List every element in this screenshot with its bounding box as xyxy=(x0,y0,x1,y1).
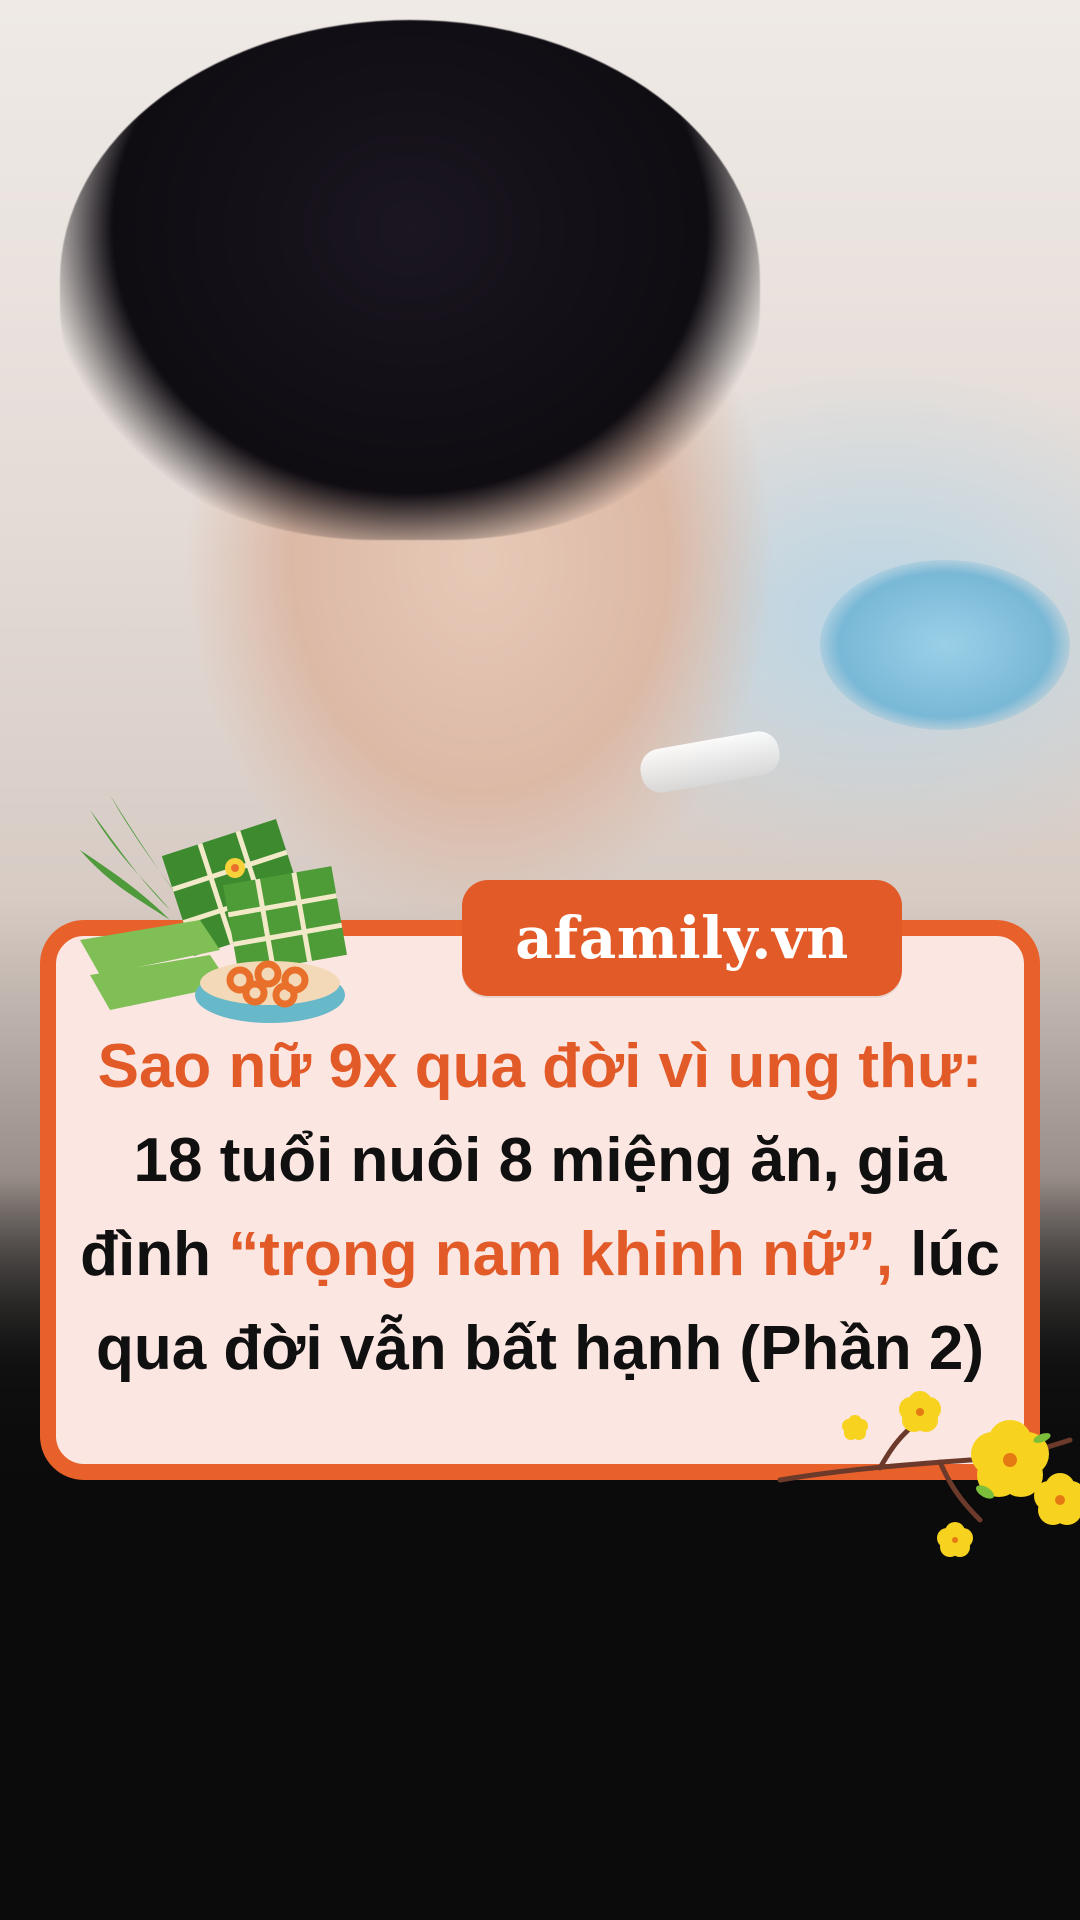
apricot-blossom-icon xyxy=(777,1391,1080,1557)
headline-line-3-post: lúc xyxy=(893,1220,1000,1289)
photo-hair-shape xyxy=(60,20,760,540)
banh-chung-and-mut-icon xyxy=(80,795,347,1023)
headline-line-3: đình “trọng nam khinh nữ”, lúc xyxy=(80,1208,1000,1302)
headline-line-3-accent: “trọng nam khinh nữ”, xyxy=(228,1220,894,1289)
photo-oxygen-tube-shape xyxy=(637,728,783,796)
brand-label: afamily.vn xyxy=(515,904,849,972)
headline-line-2: 18 tuổi nuôi 8 miệng ăn, gia xyxy=(133,1126,947,1195)
headline-text: Sao nữ 9x qua đời vì ung thư: 18 tuổi nu… xyxy=(80,1020,1000,1396)
story-card: afamily.vn Sao nữ 9x qua đời vì ung thư:… xyxy=(0,0,1080,1920)
photo-surgical-mask-shape xyxy=(820,560,1070,730)
headline-line-1: Sao nữ 9x qua đời vì ung thư: xyxy=(97,1032,983,1101)
brand-badge: afamily.vn xyxy=(462,880,902,996)
headline-line-3-pre: đình xyxy=(80,1220,229,1289)
